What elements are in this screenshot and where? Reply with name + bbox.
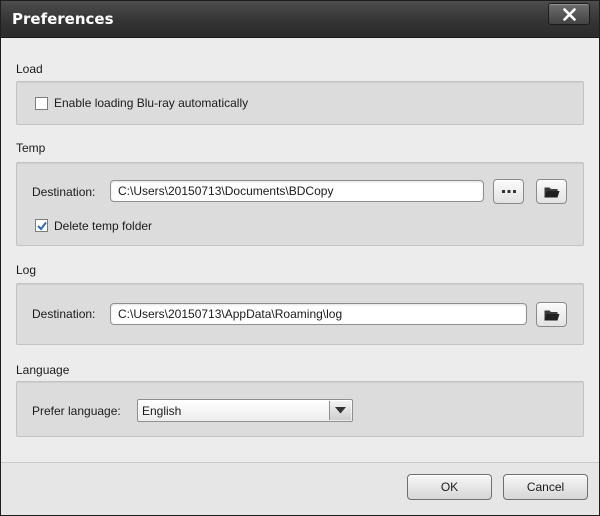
folder-icon (544, 187, 560, 198)
language-panel: Prefer language: English (16, 381, 584, 437)
temp-destination-input[interactable]: C:\Users\20150713\Documents\BDCopy (110, 180, 484, 202)
temp-destination-label: Destination: (32, 185, 96, 199)
preferences-dialog: Preferences Load Enable loading Blu-ray … (0, 0, 600, 516)
log-destination-label: Destination: (32, 307, 96, 321)
temp-panel: Destination: C:\Users\20150713\Documents… (16, 162, 584, 246)
delete-temp-label[interactable]: Delete temp folder (54, 219, 152, 233)
delete-temp-checkbox[interactable] (35, 219, 48, 232)
load-section-label: Load (16, 62, 43, 76)
enable-bluray-checkbox[interactable] (35, 97, 48, 110)
temp-section-label: Temp (16, 141, 46, 155)
prefer-language-label: Prefer language: (32, 404, 121, 418)
chevron-down-icon (335, 407, 346, 414)
close-icon (563, 8, 576, 21)
folder-icon (544, 310, 560, 321)
enable-bluray-label[interactable]: Enable loading Blu-ray automatically (54, 96, 248, 110)
prefer-language-value: English (142, 404, 182, 418)
checkmark-icon (37, 221, 47, 231)
log-section-label: Log (16, 263, 37, 277)
log-destination-input[interactable]: C:\Users\20150713\AppData\Roaming\log (110, 303, 527, 325)
title-bar[interactable]: Preferences (1, 1, 599, 38)
close-button[interactable] (548, 3, 590, 25)
ok-button[interactable]: OK (407, 474, 492, 500)
prefer-language-dropdown-button[interactable] (329, 401, 351, 420)
cancel-button[interactable]: Cancel (503, 474, 588, 500)
temp-browse-button[interactable] (493, 179, 524, 204)
dialog-footer: OK Cancel (1, 463, 599, 515)
log-open-folder-button[interactable] (536, 302, 567, 327)
prefer-language-select[interactable]: English (137, 399, 353, 422)
log-panel: Destination: C:\Users\20150713\AppData\R… (16, 283, 584, 345)
temp-open-folder-button[interactable] (536, 179, 567, 204)
ellipsis-icon (502, 190, 516, 193)
language-section-label: Language (16, 363, 70, 377)
load-panel: Enable loading Blu-ray automatically (16, 81, 584, 125)
dialog-title: Preferences (12, 10, 114, 28)
